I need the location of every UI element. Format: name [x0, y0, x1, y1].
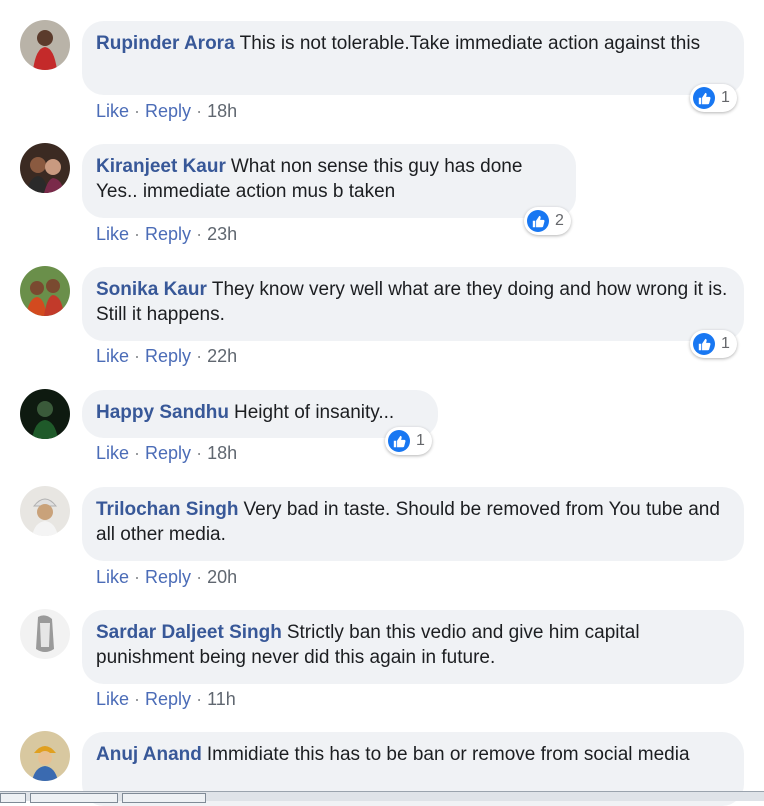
comment-timestamp[interactable]: 11h — [207, 689, 236, 709]
comment-bubble: Sardar Daljeet Singh Strictly ban this ve… — [82, 610, 744, 684]
avatar[interactable] — [20, 486, 70, 536]
comment-author[interactable]: Anuj Anand — [96, 744, 202, 765]
comment-actions: Like · Reply · 11h — [96, 689, 236, 709]
reply-link[interactable]: Reply — [145, 346, 191, 366]
comment-author[interactable]: Rupinder Arora — [96, 33, 235, 54]
like-link[interactable]: Like — [96, 689, 129, 709]
thumbs-up-icon — [693, 87, 715, 109]
comment-author[interactable]: Happy Sandhu — [96, 402, 229, 423]
comment-author[interactable]: Sardar Daljeet Singh — [96, 622, 282, 643]
like-link[interactable]: Like — [96, 443, 129, 463]
like-link[interactable]: Like — [96, 101, 129, 121]
like-link[interactable]: Like — [96, 346, 129, 366]
thumbs-up-icon — [693, 333, 715, 355]
avatar[interactable] — [20, 389, 70, 439]
comment-author[interactable]: Kiranjeet Kaur — [96, 156, 226, 177]
comment-actions: Like · Reply · 20h — [96, 567, 238, 587]
comment-bubble: Rupinder Arora This is not tolerable.Take… — [82, 21, 744, 95]
reaction-count-text: 1 — [416, 432, 425, 449]
comment-timestamp[interactable]: 23h — [207, 224, 237, 244]
comment-timestamp[interactable]: 18h — [207, 101, 237, 121]
taskbar-button[interactable] — [0, 793, 26, 803]
comment-timestamp[interactable]: 20h — [207, 567, 237, 587]
reaction-count[interactable]: 1 — [690, 330, 737, 358]
comment-bubble: Kiranjeet Kaur What non sense this guy ha… — [82, 144, 576, 218]
comment-timestamp[interactable]: 22h — [207, 346, 237, 366]
reply-link[interactable]: Reply — [145, 101, 191, 121]
avatar[interactable] — [20, 20, 70, 70]
avatar[interactable] — [20, 731, 70, 781]
avatar[interactable] — [20, 609, 70, 659]
comment-text: This is not tolerable.Take immediate act… — [239, 33, 701, 54]
avatar[interactable] — [20, 143, 70, 193]
avatar[interactable] — [20, 266, 70, 316]
reply-link[interactable]: Reply — [145, 567, 191, 587]
comment-timestamp[interactable]: 18h — [207, 443, 237, 463]
reaction-count[interactable]: 2 — [524, 207, 571, 235]
comment-actions: Like · Reply · 22h — [96, 346, 238, 366]
thumbs-up-icon — [388, 430, 410, 452]
comment-text: Height of insanity... — [234, 402, 395, 423]
like-link[interactable]: Like — [96, 567, 129, 587]
comment-bubble: Trilochan Singh Very bad in taste. Should… — [82, 487, 744, 561]
reaction-count[interactable]: 1 — [385, 427, 432, 455]
comment-bubble: Happy Sandhu Height of insanity... — [82, 390, 438, 438]
comment-actions: Like · Reply · 23h — [96, 224, 238, 244]
comment-text: Immidiate this has to be ban or remove f… — [206, 744, 690, 765]
reply-link[interactable]: Reply — [145, 224, 191, 244]
like-link[interactable]: Like — [96, 224, 129, 244]
comment-author[interactable]: Sonika Kaur — [96, 279, 207, 300]
reaction-count-text: 1 — [721, 89, 730, 106]
reaction-count-text: 2 — [555, 212, 564, 229]
comment-actions: Like · Reply · 18h — [96, 101, 238, 121]
taskbar-button[interactable] — [122, 793, 206, 803]
thumbs-up-icon — [527, 210, 549, 232]
comment-author[interactable]: Trilochan Singh — [96, 499, 239, 520]
reaction-count-text: 1 — [721, 335, 730, 352]
taskbar-button[interactable] — [30, 793, 118, 803]
comment-bubble: Sonika Kaur They know very well what are … — [82, 267, 744, 341]
comment-actions: Like · Reply · 18h — [96, 443, 238, 463]
reaction-count[interactable]: 1 — [690, 84, 737, 112]
reply-link[interactable]: Reply — [145, 689, 191, 709]
reply-link[interactable]: Reply — [145, 443, 191, 463]
